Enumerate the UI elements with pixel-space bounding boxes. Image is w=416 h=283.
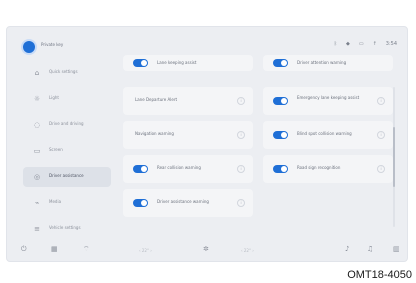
toggle-switch[interactable]: [273, 59, 288, 67]
sidebar-item-label: Drive and driving: [49, 121, 84, 126]
setting-label: Blind spot collision warning: [297, 131, 352, 136]
setting-card[interactable]: Lane keeping assist: [123, 55, 253, 71]
toggle-switch[interactable]: [273, 165, 288, 173]
sidebar-item-light[interactable]: ☼ Light: [23, 89, 111, 109]
setting-card[interactable]: Navigation warning i: [123, 121, 253, 149]
setting-card[interactable]: Emergency lane keeping assist i: [263, 87, 393, 115]
light-icon: ☼: [33, 95, 41, 103]
battery-icon: ↑: [372, 41, 377, 47]
info-icon[interactable]: i: [237, 131, 245, 139]
sidebar-item-label: Quick settings: [49, 69, 78, 74]
info-icon[interactable]: i: [237, 97, 245, 105]
car-icon[interactable]: ⌔: [83, 245, 90, 253]
clock: 3:54: [385, 41, 397, 47]
info-icon[interactable]: i: [377, 131, 385, 139]
setting-label: Rear collision warning: [157, 165, 201, 170]
sidebar-item-label: Vehicle settings: [49, 225, 81, 230]
sidebar-item-media[interactable]: ⌁ Media: [23, 193, 111, 213]
setting-label: Driver assistance warning: [157, 199, 209, 204]
toggle-switch[interactable]: [133, 165, 148, 173]
sidebar-item-drive[interactable]: ◌ Drive and driving: [23, 115, 111, 135]
music-icon[interactable]: ♪: [345, 245, 349, 253]
bluetooth-icon: ᛒ: [333, 41, 337, 47]
toggle-switch[interactable]: [273, 131, 288, 139]
setting-label: Road sign recognition: [297, 165, 341, 170]
setting-label: Lane keeping assist: [157, 60, 197, 65]
setting-label: Emergency lane keeping assist: [297, 95, 360, 100]
setting-card[interactable]: Lane Departure Alert i: [123, 87, 253, 115]
scrollbar-thumb[interactable]: [393, 127, 395, 187]
grid-icon[interactable]: ▥: [393, 245, 400, 253]
sidebar-item-driver-assistance[interactable]: ◎ Driver assistance: [23, 167, 111, 187]
settings-sidebar: ⌂ Quick settings ☼ Light ◌ Drive and dri…: [23, 63, 111, 245]
infotainment-screen: Private key ᛒ ◆ ▭ ↑ 3:54 ⌂ Quick setting…: [6, 26, 408, 262]
sidebar-item-quick-settings[interactable]: ⌂ Quick settings: [23, 63, 111, 83]
profile-name[interactable]: Private key: [41, 42, 63, 47]
power-icon[interactable]: ⏻: [21, 245, 27, 253]
sidebar-item-label: Light: [49, 95, 59, 100]
sidebar-item-label: Media: [49, 199, 62, 204]
apps-icon[interactable]: ▦: [51, 245, 58, 253]
setting-card[interactable]: Driver assistance warning i: [123, 189, 253, 217]
driver-assistance-icon: ◎: [33, 173, 41, 181]
info-icon[interactable]: i: [237, 199, 245, 207]
setting-card[interactable]: Driver attention warning: [263, 55, 393, 71]
toggle-switch[interactable]: [133, 199, 148, 207]
toggle-switch[interactable]: [133, 59, 148, 67]
setting-label: Lane Departure Alert: [135, 97, 178, 102]
wifi-icon: ◆: [345, 41, 350, 47]
toggle-switch[interactable]: [273, 97, 288, 105]
screen-icon: ▭: [33, 147, 41, 155]
setting-card[interactable]: Road sign recognition i: [263, 155, 393, 183]
sidebar-item-label: Driver assistance: [49, 173, 84, 178]
setting-label: Navigation warning: [135, 131, 174, 136]
bottom-nav-bar: ⏻ ▦ ⌔ ‹ 22° › ✲ ‹ 22° › ♪ ♫ ▥: [7, 237, 407, 261]
sidebar-item-vehicle[interactable]: ≡ Vehicle settings: [23, 219, 111, 239]
info-icon[interactable]: i: [377, 97, 385, 105]
info-icon[interactable]: i: [237, 165, 245, 173]
setting-card[interactable]: Rear collision warning i: [123, 155, 253, 183]
sidebar-item-label: Screen: [49, 147, 63, 152]
settings-content: Lane keeping assist Driver attention war…: [123, 53, 403, 229]
sidebar-item-screen[interactable]: ▭ Screen: [23, 141, 111, 161]
media-icon: ⌁: [34, 199, 40, 207]
menu-icon: ≡: [34, 225, 40, 233]
setting-card[interactable]: Blind spot collision warning i: [263, 121, 393, 149]
signal-icon: ▭: [358, 41, 364, 47]
system-icons: ᛒ ◆ ▭ ↑ 3:54: [334, 41, 397, 47]
fan-icon[interactable]: ✲: [203, 245, 209, 253]
home-icon: ⌂: [34, 69, 40, 77]
profile-avatar[interactable]: [23, 41, 35, 53]
figure-code: OMT18-4050: [347, 269, 412, 281]
setting-label: Driver attention warning: [297, 60, 347, 65]
music-note-icon[interactable]: ♫: [367, 245, 373, 253]
steering-wheel-icon: ◌: [33, 121, 41, 129]
temperature-left-control[interactable]: ‹ 22° ›: [139, 247, 152, 255]
temperature-right-control[interactable]: ‹ 22° ›: [241, 247, 254, 255]
info-icon[interactable]: i: [377, 165, 385, 173]
